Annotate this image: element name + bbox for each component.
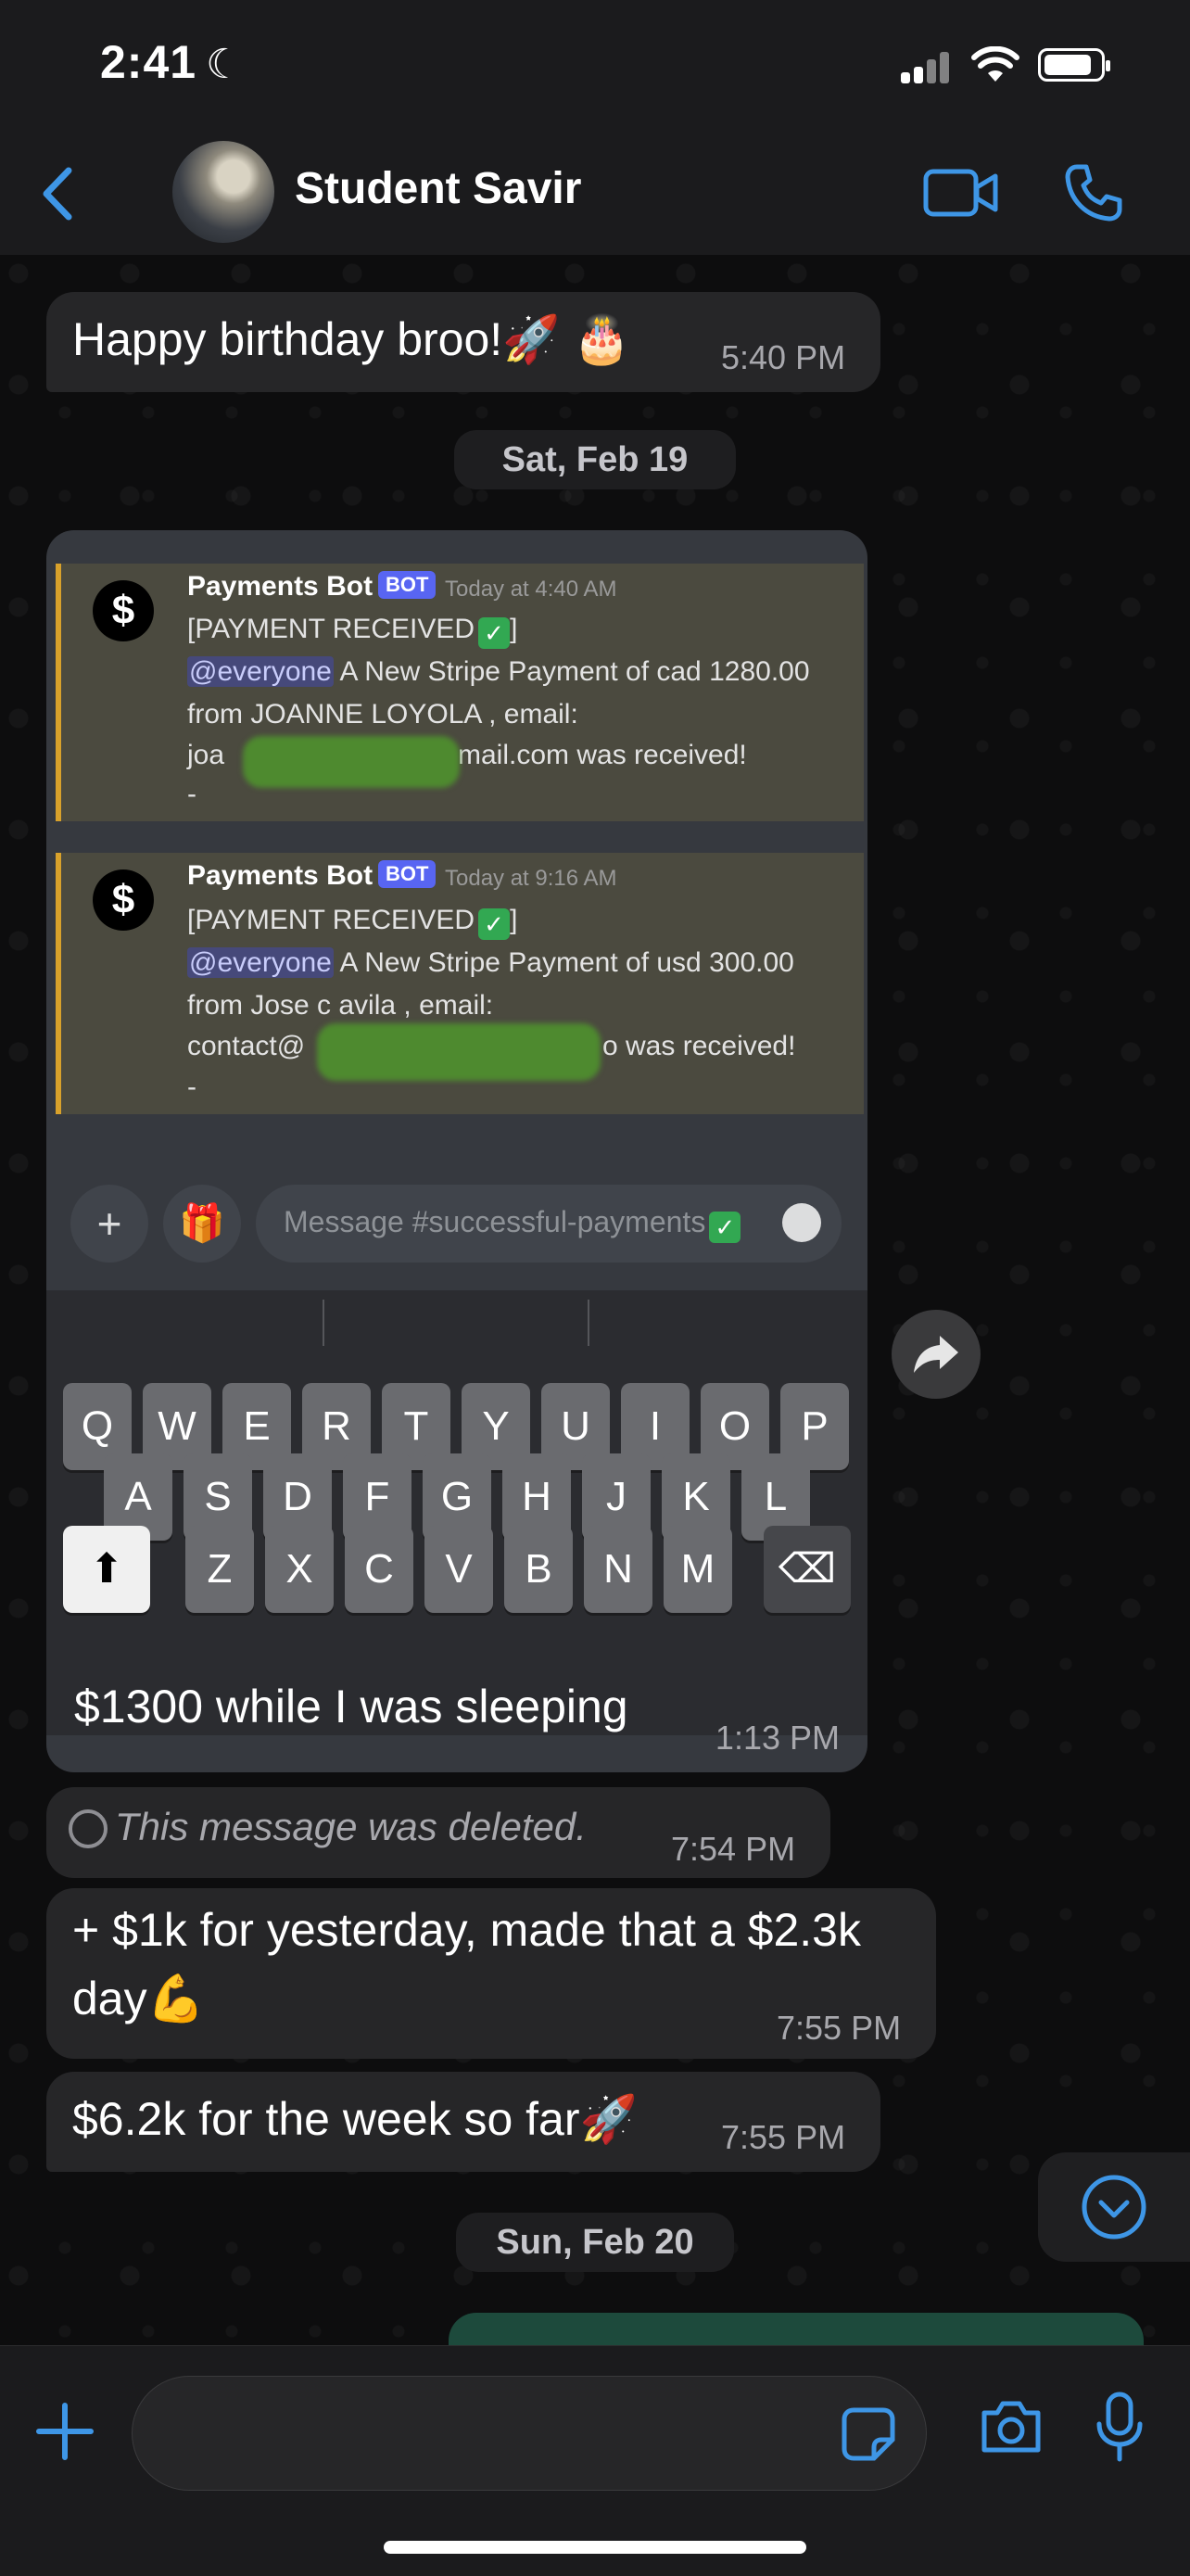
message-text: $6.2k for the week so far🚀 <box>72 2093 638 2145</box>
embed-line: @everyone A New Stripe Payment of cad 12… <box>187 656 810 687</box>
chat-header: Student Savir <box>0 130 1190 256</box>
deleted-icon <box>69 1809 108 1848</box>
image-caption: $1300 while I was sleeping <box>74 1681 628 1732</box>
wifi-icon <box>971 46 1019 82</box>
embed-line: from JOANNE LOYOLA , email: <box>187 699 578 730</box>
chat-area[interactable]: Happy birthday broo!🚀 🎂 5:40 PM Sat, Feb… <box>0 255 1190 2345</box>
microphone-icon[interactable] <box>1094 2391 1146 2465</box>
back-icon[interactable] <box>32 161 87 226</box>
message-time: 7:55 PM <box>721 2118 846 2156</box>
message-bubble[interactable]: $6.2k for the week so far🚀 7:55 PM <box>46 2072 880 2172</box>
battery-icon <box>1038 48 1110 82</box>
checkmark-icon: ✓ <box>478 617 511 649</box>
key-v: V <box>424 1526 493 1613</box>
embed-line: - <box>187 1072 196 1102</box>
embed-title: [PAYMENT RECEIVED ✓] <box>187 614 518 649</box>
message-bubble[interactable]: Happy birthday broo!🚀 🎂 5:40 PM <box>46 292 880 392</box>
message-bubble[interactable]: + $1k for yesterday, made that a $2.3k d… <box>46 1888 936 2059</box>
gift-icon: 🎁 <box>163 1185 241 1263</box>
status-time: 2:41 <box>100 36 197 88</box>
message-time: 7:55 PM <box>777 2009 902 2047</box>
embed-line: from Jose c avila , email: <box>187 990 494 1021</box>
suggestion-divider <box>588 1300 589 1346</box>
shift-icon: ⬆ <box>63 1526 150 1613</box>
embed-line: joa <box>187 740 225 770</box>
embed-timestamp: Today at 4:40 AM <box>445 577 617 602</box>
message-time: 1:13 PM <box>715 1719 840 1757</box>
scroll-to-bottom-button[interactable] <box>1038 2152 1190 2262</box>
composer-bar <box>0 2345 1190 2576</box>
embed-line: - <box>187 779 196 809</box>
message-input[interactable] <box>132 2376 927 2491</box>
message-time: 7:54 PM <box>671 1830 796 1868</box>
message-text: This message was deleted. <box>115 1805 587 1848</box>
payment-embed: $ Payments Bot BOT Today at 9:16 AM [PAY… <box>56 853 864 1114</box>
redaction-mark <box>243 736 460 788</box>
camera-icon[interactable] <box>979 2398 1044 2455</box>
embed-timestamp: Today at 9:16 AM <box>445 866 617 891</box>
embed-line: mail.com was received! <box>458 740 747 770</box>
forward-arrow-icon <box>914 1336 958 1373</box>
video-call-icon[interactable] <box>923 167 999 219</box>
sticker-icon[interactable] <box>841 2406 896 2462</box>
discord-message-input: Message #successful-payments ✓ <box>256 1185 842 1263</box>
deleted-message-bubble[interactable]: This message was deleted. 7:54 PM <box>46 1787 830 1878</box>
embed-line: @everyone A New Stripe Payment of usd 30… <box>187 947 794 978</box>
forward-icon[interactable] <box>892 1310 981 1399</box>
dollar-icon: $ <box>93 580 154 641</box>
message-text-line: + $1k for yesterday, made that a $2.3k <box>72 1904 861 1956</box>
phone-icon[interactable] <box>1064 163 1123 222</box>
backspace-icon: ⌫ <box>764 1526 851 1613</box>
message-text-line: day💪 <box>72 1973 205 2024</box>
contact-name[interactable]: Student Savir <box>295 163 581 214</box>
chevron-down-icon <box>1082 2175 1146 2240</box>
key-m: M <box>664 1526 732 1613</box>
embed-line: contact@ <box>187 1031 306 1061</box>
plus-icon[interactable] <box>33 2400 96 2463</box>
redaction-mark <box>317 1023 601 1081</box>
discord-input-placeholder: Message #successful-payments ✓ <box>284 1205 741 1243</box>
focus-moon-icon: ☾ <box>206 42 243 87</box>
checkmark-icon: ✓ <box>478 908 511 940</box>
key-b: B <box>504 1526 573 1613</box>
key-x: X <box>265 1526 334 1613</box>
mention: @everyone <box>187 947 334 978</box>
message-text: Happy birthday broo!🚀 🎂 <box>72 313 631 365</box>
embed-author: Payments Bot <box>187 571 373 602</box>
cellular-signal-icon <box>901 52 951 83</box>
image-message[interactable]: $ Payments Bot BOT Today at 4:40 AM [PAY… <box>46 530 867 1772</box>
emoji-icon <box>782 1203 821 1242</box>
date-separator: Sun, Feb 20 <box>456 2213 734 2272</box>
date-separator: Sat, Feb 19 <box>454 430 736 489</box>
plus-icon: + <box>70 1185 148 1263</box>
keyboard: QWERTYUIOPASDFGHJKLZXCVBNM ⬆ ⌫ <box>46 1290 867 1735</box>
embed-author: Payments Bot <box>187 860 373 891</box>
status-bar: 2:41 ☾ <box>0 0 1190 130</box>
checkmark-icon: ✓ <box>709 1212 741 1243</box>
bot-badge: BOT <box>378 860 437 888</box>
outgoing-message-bubble[interactable] <box>449 2313 1144 2345</box>
suggestion-divider <box>323 1300 324 1346</box>
embed-title: [PAYMENT RECEIVED ✓] <box>187 905 518 940</box>
bot-badge: BOT <box>378 571 437 599</box>
key-c: C <box>345 1526 413 1613</box>
payment-embed: $ Payments Bot BOT Today at 4:40 AM [PAY… <box>56 564 864 821</box>
key-n: N <box>584 1526 652 1613</box>
home-indicator <box>384 2541 806 2554</box>
contact-avatar[interactable] <box>172 141 274 243</box>
mention: @everyone <box>187 656 334 687</box>
dollar-icon: $ <box>93 869 154 931</box>
message-time: 5:40 PM <box>721 338 846 376</box>
key-z: Z <box>185 1526 254 1613</box>
embed-line: o was received! <box>602 1031 796 1061</box>
